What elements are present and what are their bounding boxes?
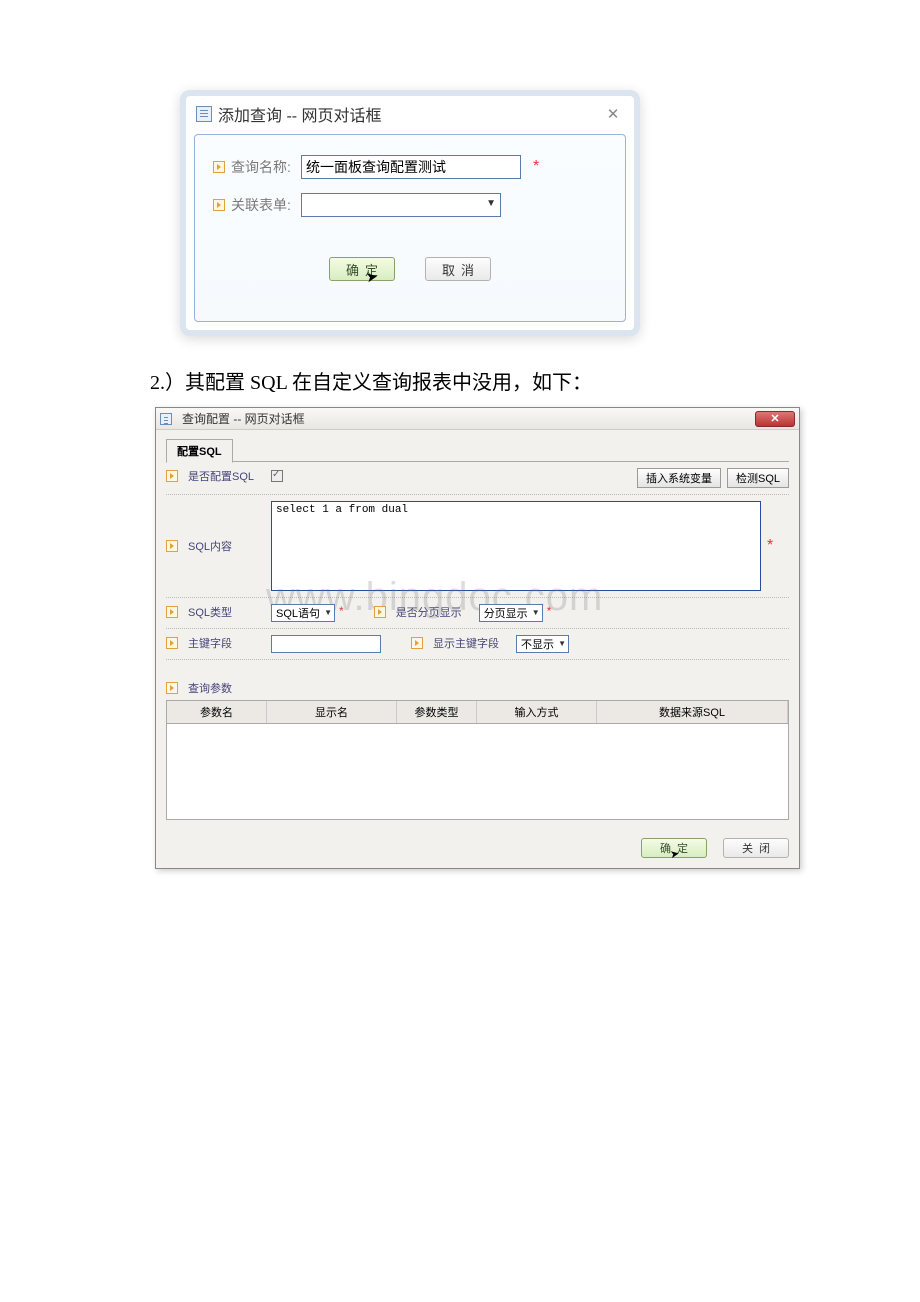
related-form-label: 关联表单:	[231, 195, 301, 215]
related-form-select[interactable]	[301, 193, 501, 217]
th-param-name: 参数名	[167, 701, 267, 723]
cancel-button-label: 取消	[442, 260, 480, 279]
cursor-icon: ➤	[669, 846, 686, 861]
close-icon: ✕	[770, 412, 779, 425]
pk-field-label: 主键字段	[188, 635, 232, 651]
caption-text: 2.）其配置 SQL 在自定义查询报表中没用，如下：	[150, 366, 770, 395]
required-star: *	[533, 158, 539, 176]
arrow-right-icon	[166, 470, 178, 482]
check-sql-button[interactable]: 检测SQL	[727, 468, 789, 488]
document-icon	[160, 413, 172, 425]
dialog2-titlebar: 查询配置 -- 网页对话框 ✕	[156, 408, 799, 430]
arrow-right-icon	[213, 161, 225, 173]
ok-button[interactable]: 确定 ➤	[641, 838, 707, 858]
query-config-dialog: 查询配置 -- 网页对话框 ✕ www.bingdoc.com 配置SQL 是否…	[155, 407, 800, 869]
is-config-sql-checkbox[interactable]	[271, 470, 283, 482]
ok-button[interactable]: 确定 ➤	[329, 257, 395, 281]
query-name-input[interactable]	[301, 155, 521, 179]
params-table: 参数名 显示名 参数类型 输入方式 数据来源SQL	[166, 700, 789, 820]
close-button-label: 关闭	[742, 840, 776, 856]
close-button[interactable]: 关闭	[723, 838, 789, 858]
arrow-right-icon	[166, 637, 178, 649]
dialog-body: 查询名称: * 关联表单: 确定 ➤ 取消	[194, 134, 626, 322]
arrow-right-icon	[166, 606, 178, 618]
sql-content-textarea[interactable]: select 1 a from dual	[271, 501, 761, 591]
add-query-dialog: 添加查询 -- 网页对话框 ✕ 查询名称: * 关联表单: 确定 ➤	[180, 90, 640, 336]
show-pk-select[interactable]: 不显示	[516, 635, 569, 653]
show-pk-label: 显示主键字段	[433, 635, 499, 651]
arrow-right-icon	[374, 606, 386, 618]
th-display-name: 显示名	[267, 701, 397, 723]
arrow-right-icon	[213, 199, 225, 211]
cursor-icon: ➤	[365, 267, 385, 287]
close-button[interactable]: ✕	[755, 411, 795, 427]
pk-field-input[interactable]	[271, 635, 381, 653]
insert-sys-var-button[interactable]: 插入系统变量	[637, 468, 721, 488]
th-input-mode: 输入方式	[477, 701, 597, 723]
arrow-right-icon	[166, 540, 178, 552]
required-star: *	[767, 537, 773, 555]
dialog2-title: 查询配置 -- 网页对话框	[182, 410, 305, 427]
sql-content-label: SQL内容	[188, 538, 232, 554]
paging-select[interactable]: 分页显示	[479, 604, 543, 622]
dialog-titlebar: 添加查询 -- 网页对话框 ✕	[186, 96, 634, 126]
dialog2-body: www.bingdoc.com 配置SQL 是否配置SQL 插入系统变量 检测S…	[156, 430, 799, 830]
cancel-button[interactable]: 取消	[425, 257, 491, 281]
arrow-right-icon	[166, 682, 178, 694]
query-name-label: 查询名称:	[231, 157, 301, 177]
dialog-title: 添加查询 -- 网页对话框	[218, 102, 382, 126]
required-star: *	[339, 604, 344, 618]
document-icon	[196, 106, 212, 122]
sql-type-label: SQL类型	[188, 604, 232, 620]
required-star: *	[547, 604, 552, 618]
th-param-type: 参数类型	[397, 701, 477, 723]
sql-type-select[interactable]: SQL语句	[271, 604, 335, 622]
query-params-label: 查询参数	[188, 680, 232, 696]
tab-config-sql[interactable]: 配置SQL	[166, 439, 233, 463]
close-icon[interactable]: ✕	[602, 105, 624, 123]
th-source-sql: 数据来源SQL	[597, 701, 788, 723]
is-paging-label: 是否分页显示	[396, 604, 462, 620]
is-config-sql-label: 是否配置SQL	[188, 468, 254, 484]
arrow-right-icon	[411, 637, 423, 649]
